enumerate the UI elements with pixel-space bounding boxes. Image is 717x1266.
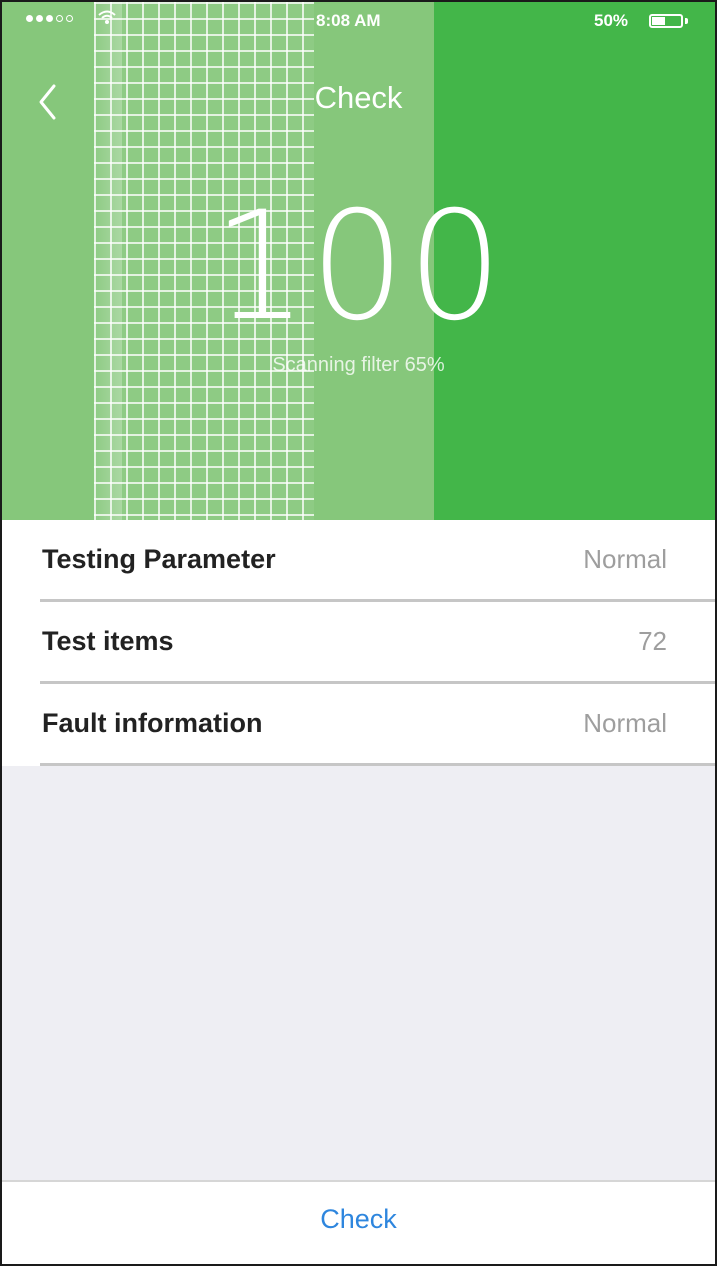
list-item: Testing Parameter Normal <box>2 520 715 602</box>
battery-level <box>652 17 665 25</box>
status-time: 8:08 AM <box>316 11 381 30</box>
signal-dot-empty <box>66 15 73 22</box>
row-value: Normal <box>583 544 667 574</box>
phone-screen: 8:08 AM 50% Check 100 Scanning filter 65… <box>0 0 717 1266</box>
check-button[interactable]: Check <box>2 1204 715 1235</box>
check-results-list: Testing Parameter Normal Test items 72 F… <box>2 520 715 766</box>
battery-cap <box>685 18 688 24</box>
content-empty-area <box>2 766 715 1180</box>
list-item: Fault information Normal <box>2 684 715 766</box>
battery-percent: 50% <box>594 11 629 30</box>
signal-dot-empty <box>56 15 63 22</box>
row-label: Test items <box>42 626 174 656</box>
check-score: 100 <box>212 180 505 354</box>
row-label: Fault information <box>42 708 263 738</box>
page-title: Check <box>314 80 403 115</box>
scan-status-text: Scanning filter 65% <box>272 354 445 376</box>
signal-dot <box>36 15 43 22</box>
status-bar: 8:08 AM 50% <box>2 2 715 42</box>
row-value: Normal <box>583 708 667 738</box>
row-label: Testing Parameter <box>42 544 276 574</box>
check-hero-panel: 8:08 AM 50% Check 100 Scanning filter 65… <box>2 2 715 520</box>
wifi-icon <box>98 9 116 30</box>
battery-icon <box>649 14 683 28</box>
list-item: Test items 72 <box>2 602 715 684</box>
signal-dot <box>26 15 33 22</box>
bottom-bar: Check <box>2 1180 715 1264</box>
signal-dot <box>46 15 53 22</box>
row-value: 72 <box>638 626 667 656</box>
cellular-signal-icon <box>26 15 73 22</box>
